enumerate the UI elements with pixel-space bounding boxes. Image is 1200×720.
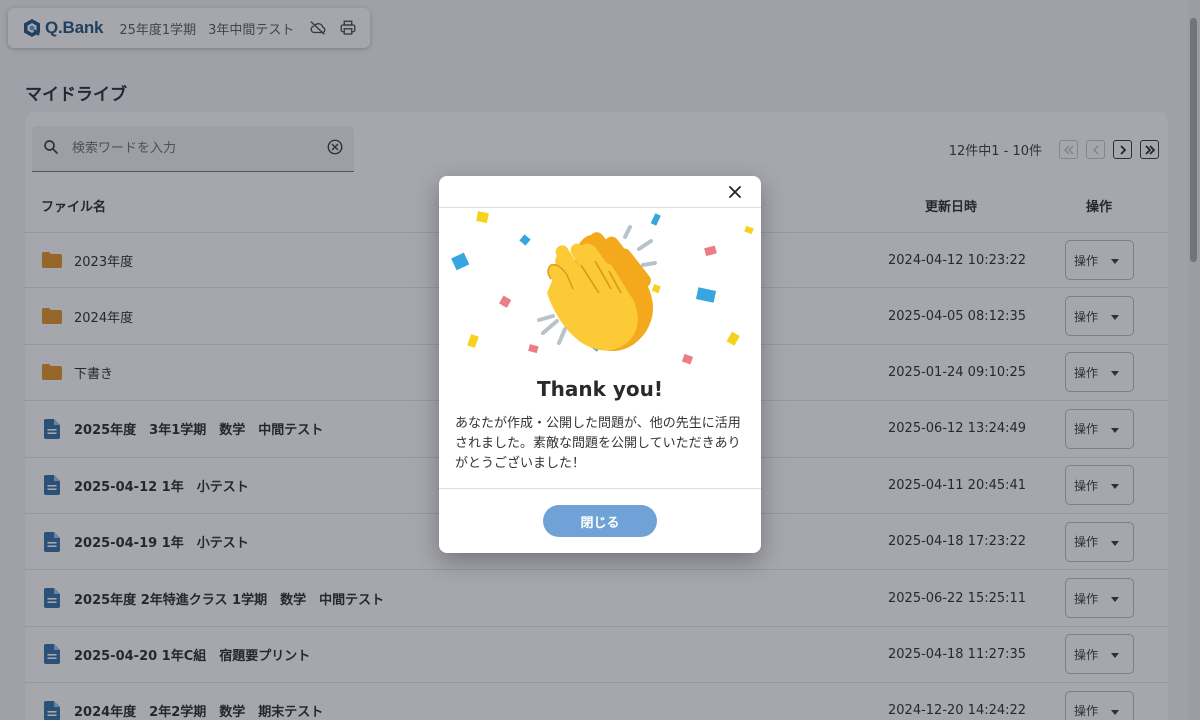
clapping-hands-illustration [451, 211, 754, 365]
thank-you-dialog: Thank you! あなたが作成・公開した問題が、他の先生に活用されました。素… [439, 176, 761, 553]
dialog-header [439, 176, 761, 208]
close-button[interactable]: 閉じる [543, 505, 657, 537]
close-icon[interactable] [727, 184, 743, 200]
dialog-title: Thank you! [536, 377, 663, 401]
dialog-footer: 閉じる [439, 488, 761, 553]
dialog-message: あなたが作成・公開した問題が、他の先生に活用されました。素敵な問題を公開していた… [455, 416, 741, 471]
